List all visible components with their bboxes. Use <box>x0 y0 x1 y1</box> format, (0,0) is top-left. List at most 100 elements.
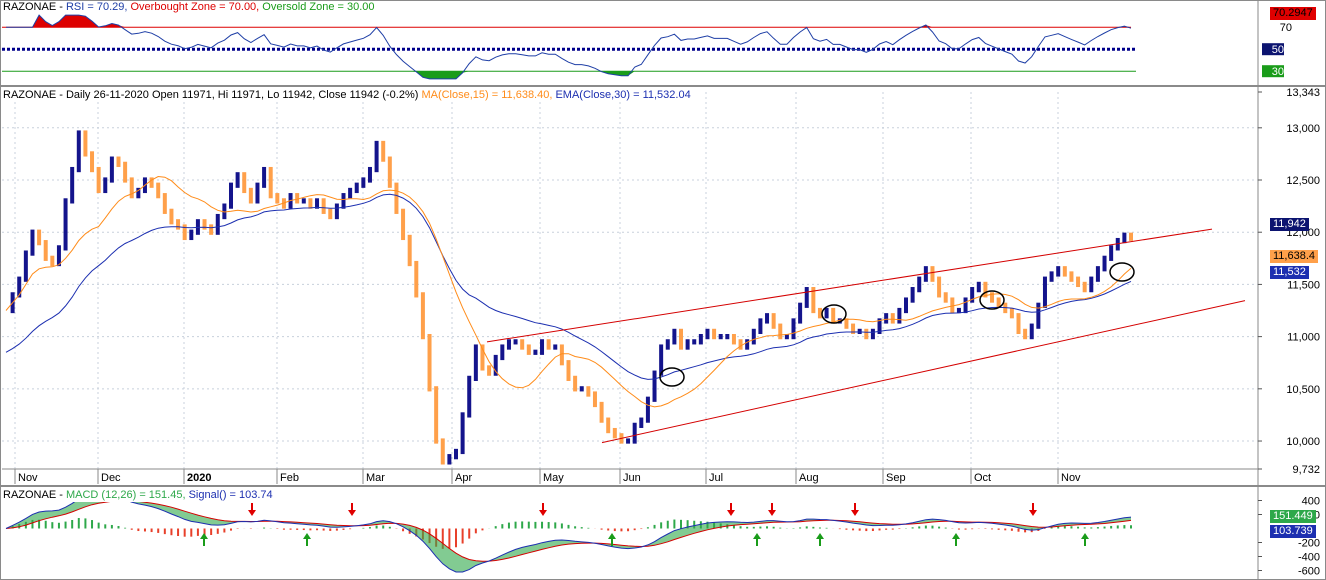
price-bar <box>751 328 756 345</box>
sell-arrow <box>727 503 735 516</box>
price-bar <box>943 292 948 303</box>
price-bar <box>824 307 829 319</box>
price-bar <box>910 287 915 303</box>
price-bar <box>718 334 723 340</box>
lower-trendline <box>601 300 1246 444</box>
price-bar <box>679 328 683 350</box>
price-bar <box>229 182 233 209</box>
price-bar <box>1076 276 1081 288</box>
price-bar <box>798 302 803 324</box>
price-bar <box>361 177 366 188</box>
price-bar <box>791 318 796 340</box>
panel-frame <box>0 86 1326 486</box>
macd-tick-label: -600 <box>1298 566 1320 578</box>
macd-symbol: RAZONAE <box>3 489 57 501</box>
price-bar <box>30 229 35 256</box>
price-bar <box>321 198 326 214</box>
rsi-value-badge: 70.2947 <box>1270 7 1316 20</box>
price-bar <box>579 386 584 392</box>
price-bar <box>242 172 247 194</box>
macd-tick-label: -400 <box>1298 552 1320 564</box>
price-bar <box>334 203 339 220</box>
ema-label: EMA(Close,30) = 11,532.04 <box>555 89 691 101</box>
oversold-label: Oversold Zone = 30.00 <box>262 1 375 13</box>
time-tick-label: 2020 <box>187 472 211 484</box>
price-bar <box>976 281 981 293</box>
price-bar <box>473 344 478 381</box>
price-bar <box>765 313 770 324</box>
rsi-symbol: RAZONAE <box>3 1 57 13</box>
price-bar <box>698 334 703 345</box>
price-bar <box>202 219 207 230</box>
highlight-circle <box>1109 262 1135 282</box>
price-bar <box>440 438 445 465</box>
price-tick-label: 10,500 <box>1286 384 1320 396</box>
price-bar <box>209 224 214 235</box>
price-bar <box>467 375 472 418</box>
price-bar <box>884 313 889 324</box>
price-header-main: RAZONAE - Daily 26-11-2020 Open 11971, H… <box>3 89 419 101</box>
price-bar <box>268 166 273 199</box>
price-bar <box>692 339 697 345</box>
buy-arrow <box>1081 533 1089 546</box>
price-bar <box>738 339 743 350</box>
price-bar <box>129 177 134 199</box>
price-bar <box>890 313 895 324</box>
price-bar <box>639 417 644 428</box>
sell-arrow <box>851 503 859 516</box>
ma-label: MA(Close,15) = 11,638.40, <box>421 89 553 101</box>
macd-tick-label: 400 <box>1302 496 1320 508</box>
price-bar <box>652 370 657 402</box>
price-bar <box>586 386 591 397</box>
price-header: RAZONAE - Daily 26-11-2020 Open 11971, H… <box>3 89 691 102</box>
price-bar <box>90 151 95 173</box>
sell-arrow <box>248 503 256 516</box>
price-bar <box>546 339 551 350</box>
price-bar <box>414 260 419 298</box>
price-bar <box>904 297 908 314</box>
price-bar <box>1069 271 1074 282</box>
buy-arrow <box>753 533 761 546</box>
price-bar <box>169 208 174 225</box>
sell-arrow <box>768 503 776 516</box>
ema-line <box>5 193 1132 380</box>
rsi-tick-label: 30 <box>1272 66 1284 78</box>
price-bar <box>599 401 604 423</box>
price-bar <box>156 182 161 199</box>
price-bar <box>248 187 253 204</box>
price-bar <box>308 198 313 209</box>
price-bar <box>275 193 280 204</box>
rsi-header: RAZONAE - RSI = 70.29, Overbought Zone =… <box>3 1 375 14</box>
price-bar <box>37 229 42 246</box>
buy-arrow <box>200 533 208 546</box>
time-tick-label: Nov <box>18 472 38 484</box>
ema-badge: 11,532 <box>1270 266 1309 279</box>
price-bar <box>176 219 181 230</box>
price-bar <box>262 166 267 188</box>
price-bar <box>1089 276 1094 293</box>
price-bar <box>857 328 862 335</box>
upper-trendline <box>486 228 1213 343</box>
price-bar <box>665 339 670 350</box>
price-bar <box>520 339 525 350</box>
price-bar <box>367 166 372 183</box>
price-bar <box>1009 307 1014 319</box>
price-bar <box>50 255 55 267</box>
price-bar <box>1082 281 1087 293</box>
price-bar <box>612 427 617 439</box>
time-tick-label: Nov <box>1061 472 1081 484</box>
price-bar <box>295 193 300 204</box>
highlight-circle <box>659 367 685 387</box>
price-bar <box>705 328 710 340</box>
price-bar <box>771 313 776 329</box>
rsi-panel <box>2 14 1136 80</box>
price-bar <box>685 339 690 350</box>
macd-line <box>5 495 1132 573</box>
price-bar <box>381 140 386 162</box>
price-bar <box>447 454 452 465</box>
price-bar <box>1129 232 1133 241</box>
price-bar <box>1109 245 1114 261</box>
macd-tick-label: -200 <box>1298 538 1320 550</box>
time-tick-label: Apr <box>455 472 472 484</box>
time-tick-label: Dec <box>101 472 121 484</box>
